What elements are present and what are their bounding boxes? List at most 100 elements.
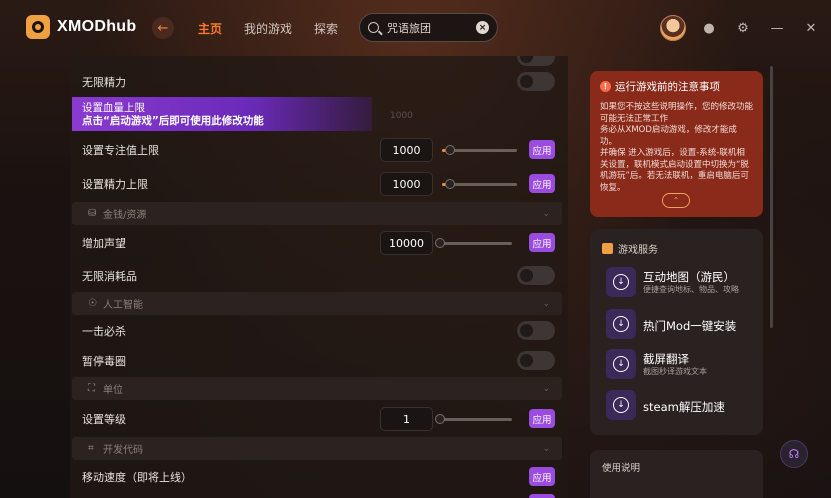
notice-title-text: 运行游戏前的注意事项 xyxy=(615,81,720,93)
services-title-text: 游戏服务 xyxy=(618,245,658,256)
list-item: 增加声望 10000 应用 xyxy=(70,231,568,255)
avatar[interactable] xyxy=(660,15,686,41)
download-icon: ↓ xyxy=(606,349,636,379)
download-icon: ↓ xyxy=(606,390,636,420)
list-item: 暂停毒圈 xyxy=(70,350,568,372)
window-controls: ● ⚙ — ✕ xyxy=(700,19,820,37)
service-name: steam解压加速 xyxy=(643,400,725,414)
main-nav: 主页 我的游戏 探索 xyxy=(198,20,338,37)
cheat-label: 增加声望 xyxy=(82,237,126,250)
clear-search-icon[interactable]: × xyxy=(476,21,489,34)
slider[interactable] xyxy=(442,179,517,189)
toggle-switch[interactable] xyxy=(517,56,555,66)
slider-handle[interactable] xyxy=(445,145,455,155)
apply-button[interactable]: 应用 xyxy=(529,140,555,159)
headset-icon[interactable]: ☊ xyxy=(780,440,808,468)
list-item: 设置等级 1 应用 xyxy=(70,407,568,431)
number-input[interactable]: 10000 xyxy=(380,231,433,255)
back-button[interactable]: ← xyxy=(152,17,174,39)
nav-explore[interactable]: 探索 xyxy=(314,20,338,37)
slider-handle[interactable] xyxy=(445,179,455,189)
nav-my-games[interactable]: 我的游戏 xyxy=(244,20,292,37)
scrollbar[interactable] xyxy=(770,66,773,328)
service-item-mod-install[interactable]: ↓ 热门Mod一键安装 xyxy=(606,309,756,343)
usage-card: 使用说明 xyxy=(590,450,763,498)
toggle-switch[interactable] xyxy=(517,72,555,91)
service-item-map[interactable]: ↓ 互动地图（游民） 便捷查询地标、物品、攻略 xyxy=(606,267,756,301)
slider[interactable] xyxy=(435,414,512,424)
section-label: 金钱/资源 xyxy=(103,210,147,221)
apply-button[interactable]: 应用 xyxy=(529,409,555,428)
download-icon: ↓ xyxy=(606,309,636,339)
service-item-screen-translate[interactable]: ↓ 截屏翻译 截图秒译游戏文本 xyxy=(606,349,756,383)
top-bar: XMODhub ← 主页 我的游戏 探索 咒语旅团 × ● ⚙ — ✕ xyxy=(0,0,831,56)
section-label: 开发代码 xyxy=(103,445,143,456)
section-label: 人工智能 xyxy=(103,300,143,311)
cheat-label: 一击必杀 xyxy=(82,325,126,338)
section-header-money[interactable]: ⛁ 金钱/资源 ⌄ xyxy=(72,202,562,225)
chevron-down-icon: ⌄ xyxy=(542,383,550,394)
robot-icon: ☉ xyxy=(88,298,97,309)
minimize-icon[interactable]: — xyxy=(768,19,786,37)
tooltip-title: 设置血量上限 xyxy=(82,102,145,114)
search-value: 咒语旅团 xyxy=(387,21,431,35)
number-input[interactable]: 1000 xyxy=(380,172,433,196)
chevron-up-icon: ⌃ xyxy=(672,196,680,205)
close-icon[interactable]: ✕ xyxy=(802,19,820,37)
usage-title: 使用说明 xyxy=(602,463,641,474)
apply-button[interactable]: 应用 xyxy=(529,233,555,252)
section-header-ai[interactable]: ☉ 人工智能 ⌄ xyxy=(72,292,562,315)
section-header-unit[interactable]: ⛶ 单位 ⌄ xyxy=(72,377,562,400)
chevron-down-icon: ⌄ xyxy=(542,208,550,219)
service-name: 互动地图（游民） xyxy=(643,270,735,284)
box-icon xyxy=(602,243,613,254)
slider-handle[interactable] xyxy=(435,238,445,248)
apply-button[interactable]: 应用 xyxy=(529,174,555,193)
search-input[interactable]: 咒语旅团 × xyxy=(359,13,498,42)
notice-title: ! 运行游戏前的注意事项 xyxy=(600,79,753,94)
apply-button[interactable]: 应用 xyxy=(529,467,555,486)
coin-icon: ⛁ xyxy=(88,208,97,219)
section-label: 单位 xyxy=(103,385,123,396)
settings-icon[interactable]: ⚙ xyxy=(734,19,752,37)
ghost-value: 1000 xyxy=(390,111,413,121)
arrow-left-icon: ← xyxy=(157,20,169,36)
app-logo[interactable]: XMODhub xyxy=(26,15,136,39)
cheat-label: 设置等级 xyxy=(82,413,126,426)
service-item-steam-accel[interactable]: ↓ steam解压加速 xyxy=(606,390,756,424)
service-subtitle: 截图秒译游戏文本 xyxy=(643,367,707,376)
search-icon xyxy=(368,22,379,33)
cheat-list-panel: 无限精力 设置血量上限 点击“启动游戏”后即可使用此修改功能 1000 设置专注… xyxy=(70,56,568,498)
collapse-button[interactable]: ⌃ xyxy=(662,193,690,208)
chevron-down-icon: ⌄ xyxy=(542,443,550,454)
services-title: 游戏服务 xyxy=(602,241,658,256)
cheat-label: 无限消耗品 xyxy=(82,270,137,283)
service-name: 热门Mod一键安装 xyxy=(643,319,737,333)
service-subtitle: 便捷查询地标、物品、攻略 xyxy=(643,285,739,294)
slider[interactable] xyxy=(442,145,517,155)
cheat-label: 暂停毒圈 xyxy=(82,355,126,368)
list-item: 设置精力上限 1000 应用 xyxy=(70,172,568,196)
list-item: 移动速度（即将上线） 应用 xyxy=(70,466,568,488)
code-icon: ⌗ xyxy=(88,443,94,454)
notice-body: 如果您不按这些说明操作，您的修改功能可能无法正常工作 务必从XMOD启动游戏，修… xyxy=(600,102,754,193)
slider[interactable] xyxy=(435,238,512,248)
toggle-switch[interactable] xyxy=(517,321,555,340)
game-services-card: 游戏服务 ↓ 互动地图（游民） 便捷查询地标、物品、攻略 ↓ 热门Mod一键安装… xyxy=(590,229,763,435)
cheat-label: 设置精力上限 xyxy=(82,178,148,191)
chevron-down-icon: ⌄ xyxy=(542,298,550,309)
apply-button[interactable] xyxy=(529,494,555,498)
notice-card: ! 运行游戏前的注意事项 如果您不按这些说明操作，您的修改功能可能无法正常工作 … xyxy=(590,71,763,217)
section-header-dev[interactable]: ⌗ 开发代码 ⌄ xyxy=(72,437,562,460)
slider-handle[interactable] xyxy=(435,414,445,424)
toggle-switch[interactable] xyxy=(517,351,555,370)
number-input[interactable]: 1 xyxy=(380,407,433,431)
list-item: 设置专注值上限 1000 应用 xyxy=(70,138,568,162)
service-name: 截屏翻译 xyxy=(643,352,689,366)
app-name: XMODhub xyxy=(57,18,137,35)
nav-home[interactable]: 主页 xyxy=(198,20,222,37)
toggle-switch[interactable] xyxy=(517,266,555,285)
notification-icon[interactable]: ● xyxy=(700,19,718,37)
number-input[interactable]: 1000 xyxy=(380,138,433,162)
list-item: 无限消耗品 xyxy=(70,265,568,287)
